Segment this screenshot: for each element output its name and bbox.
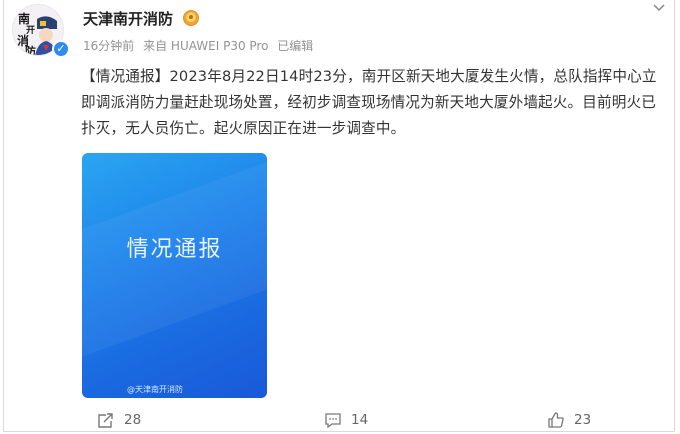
post-image[interactable]: 情况通报 @天津南开消防 [82,153,267,398]
image-title: 情况通报 [126,237,223,262]
like-count: 23 [574,412,592,428]
author-name[interactable]: 天津南开消防 [83,8,173,29]
post-time[interactable]: 16分钟前 [83,39,134,53]
svg-text:防: 防 [25,44,36,56]
post-source: 来自 HUAWEI P30 Pro [143,39,269,53]
verified-badge-icon: ✓ [52,40,70,58]
chevron-down-icon[interactable] [652,2,666,14]
image-watermark: @天津南开消防 [127,385,183,394]
repost-icon [98,413,113,428]
post-text: 【情况通报】2023年8月22日14时23分，南开区新天地大厦发生火情，总队指挥… [81,68,657,137]
like-button[interactable]: 23 [547,410,591,430]
comment-icon [325,413,341,428]
comment-count: 14 [351,412,369,428]
weibo-post-card: 南 开 消 防 ✓ 天津南开消防 16分钟前 来自 HUAWEI P30 Pro… [3,0,675,432]
edited-label[interactable]: 已编辑 [277,39,313,53]
repost-count: 28 [124,412,142,428]
medal-icon[interactable] [183,10,199,26]
svg-text:南: 南 [18,11,30,26]
post-meta: 16分钟前 来自 HUAWEI P30 Pro 已编辑 [83,37,318,54]
comment-button[interactable]: 14 [324,410,368,430]
thumbs-up-icon [548,412,564,428]
repost-button[interactable]: 28 [97,410,141,430]
